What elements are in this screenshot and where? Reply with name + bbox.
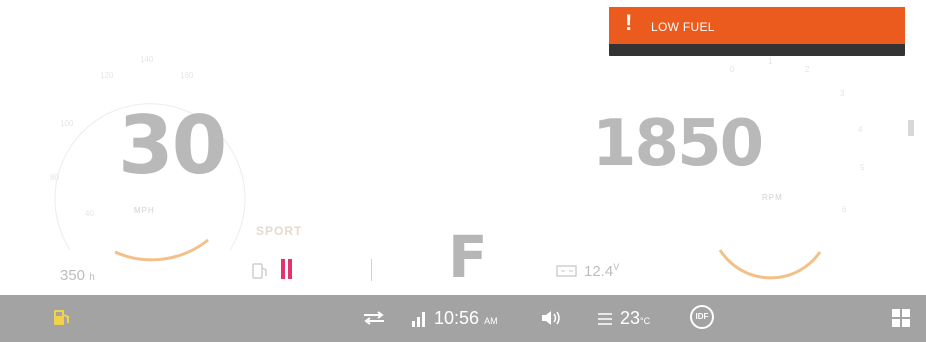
svg-text:2: 2 (805, 65, 810, 74)
exclamation-icon: ! (625, 10, 633, 35)
apps-grid-icon[interactable] (892, 309, 910, 327)
svg-text:40: 40 (85, 209, 94, 218)
svg-text:120: 120 (100, 71, 114, 80)
battery-icon (556, 265, 577, 277)
speed-unit: MPH (134, 206, 155, 215)
signal-icon (412, 312, 425, 327)
svg-text:5: 5 (860, 163, 865, 172)
low-fuel-alert[interactable]: ! LOW FUEL (609, 7, 905, 56)
svg-text:3: 3 (840, 89, 845, 98)
temperature-icon (598, 313, 612, 325)
battery-voltage: 12.4V (584, 262, 620, 280)
gear-indicator: F (448, 223, 488, 291)
svg-text:100: 100 (60, 119, 74, 128)
range-value: 350 (60, 267, 86, 284)
status-bar: 10:56 AM 23°C IDF (0, 295, 926, 342)
range-unit: h (89, 272, 95, 283)
range-readout: 350 h (60, 267, 95, 284)
alert-text: LOW FUEL (651, 20, 715, 34)
drive-mode: SPORT (256, 224, 303, 238)
clock-ampm: AM (484, 316, 498, 326)
svg-text:80: 80 (50, 173, 59, 182)
rpm-unit: RPM (762, 193, 783, 202)
rpm-value: 1850 (592, 107, 764, 181)
fuel-level-bar (281, 259, 374, 281)
connection-icon[interactable] (362, 309, 386, 327)
fuel-icon (252, 263, 267, 279)
svg-text:1: 1 (768, 57, 773, 66)
svg-text:6: 6 (842, 205, 847, 214)
svg-text:160: 160 (180, 71, 194, 80)
clock: 10:56 AM (434, 308, 498, 329)
idf-badge[interactable]: IDF (690, 305, 714, 329)
temperature-value: 23 (620, 308, 641, 328)
alert-body: ! LOW FUEL (609, 7, 905, 44)
svg-text:0: 0 (730, 65, 735, 74)
fuel-warning-icon[interactable] (52, 308, 72, 328)
svg-text:140: 140 (140, 55, 154, 64)
clock-time: 10:56 (434, 308, 480, 328)
speed-value: 30 (118, 99, 227, 192)
temperature-unit: °C (640, 316, 651, 326)
temperature: 23°C (620, 308, 650, 329)
volume-icon[interactable] (540, 309, 562, 327)
svg-text:4: 4 (858, 125, 863, 134)
